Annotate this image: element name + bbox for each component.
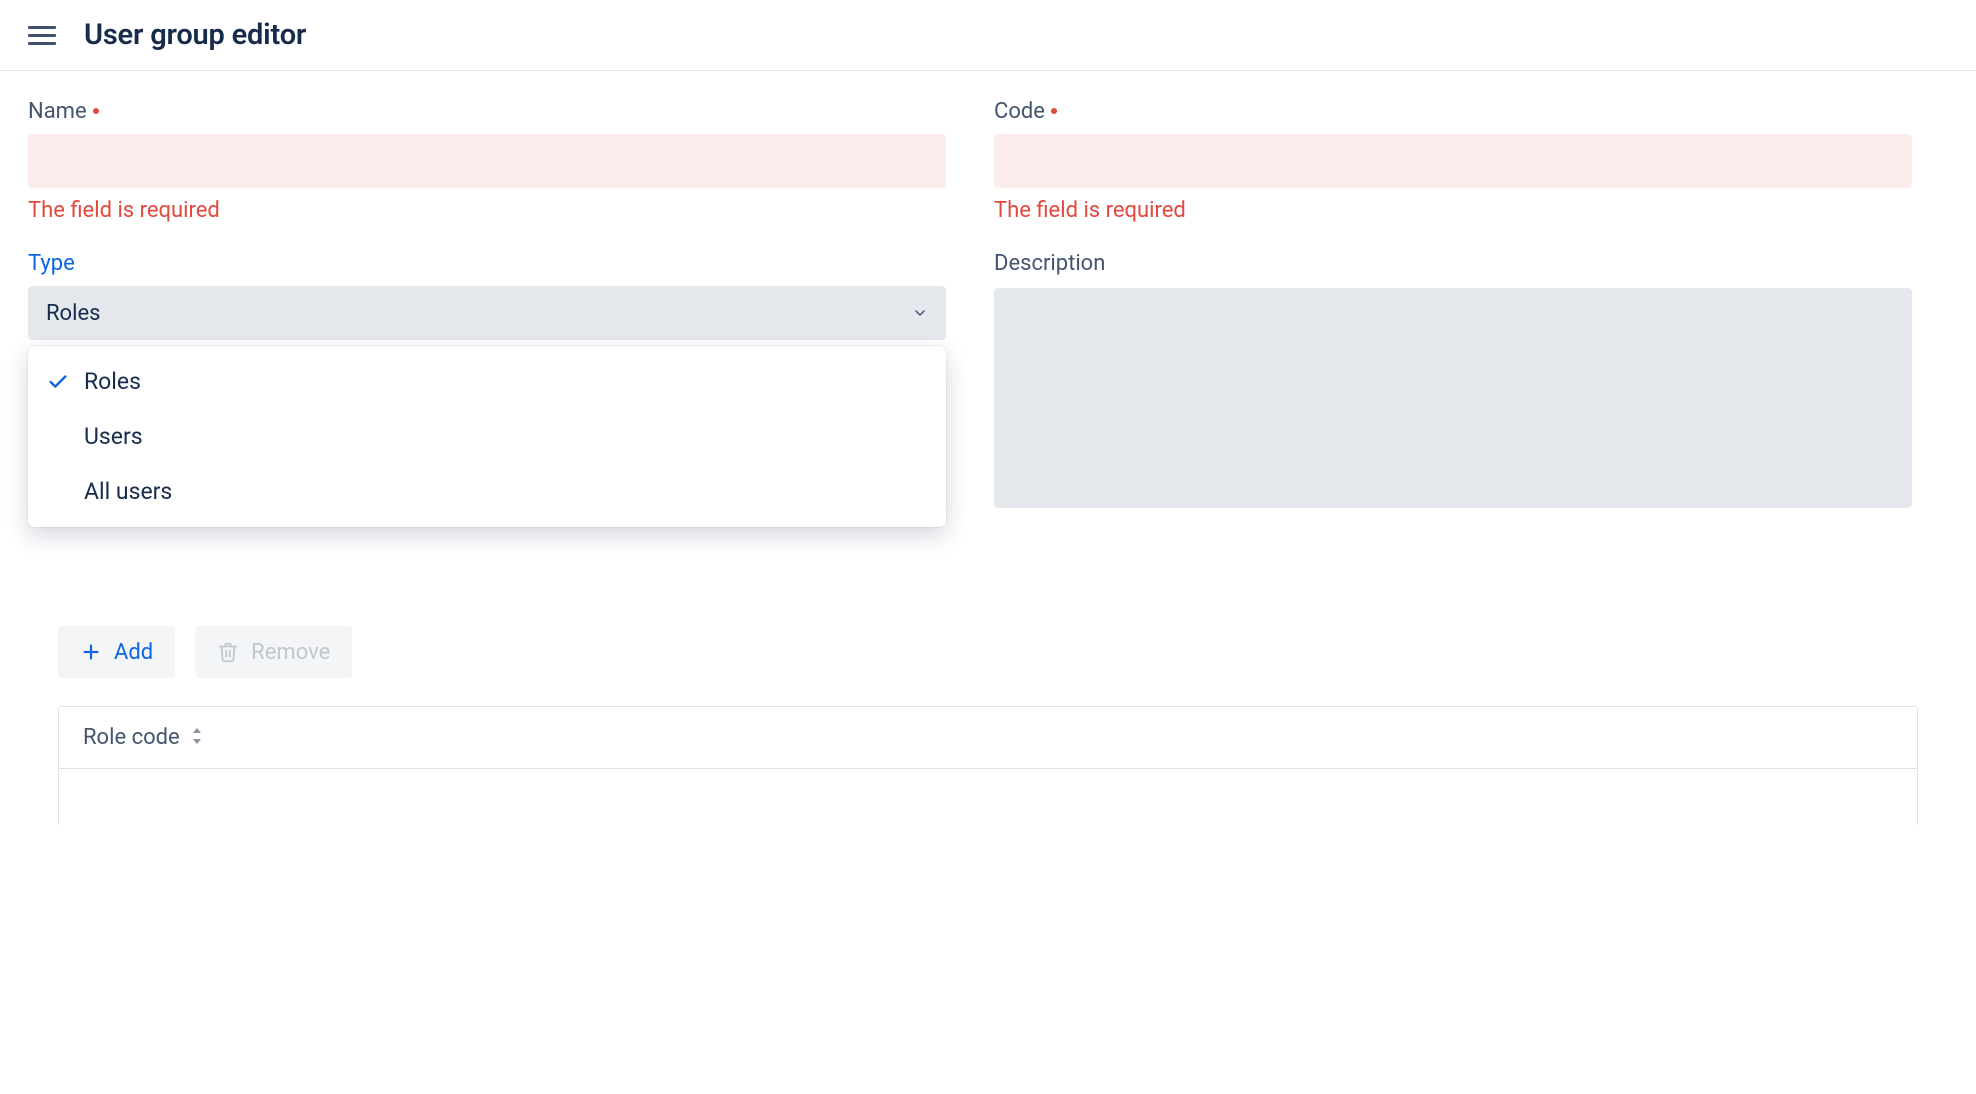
type-option-all-users[interactable]: All users: [28, 464, 946, 519]
check-icon: [46, 371, 70, 393]
type-option-label: Users: [84, 423, 143, 450]
field-type: Type Roles Roles Users: [28, 251, 946, 508]
code-error: The field is required: [994, 198, 1912, 223]
required-dot-icon: [93, 108, 99, 114]
form: Name The field is required Code The fiel…: [0, 71, 1940, 536]
trash-icon: [217, 641, 239, 663]
add-button[interactable]: Add: [58, 626, 175, 678]
code-input[interactable]: [994, 134, 1912, 188]
page-title: User group editor: [84, 18, 306, 52]
hamburger-icon[interactable]: [28, 22, 56, 49]
app-header: User group editor: [0, 0, 1976, 71]
table-body: [59, 769, 1917, 825]
roles-section: Add Remove Role code: [0, 626, 1976, 825]
type-option-label: All users: [84, 478, 172, 505]
type-select-value: Roles: [46, 301, 100, 326]
field-name: Name The field is required: [28, 99, 946, 223]
required-dot-icon: [1051, 108, 1057, 114]
type-label: Type: [28, 251, 946, 276]
sort-icon: [190, 725, 204, 750]
table-header: Role code: [59, 707, 1917, 769]
column-label: Role code: [83, 725, 180, 750]
name-label: Name: [28, 99, 946, 124]
plus-icon: [80, 641, 102, 663]
type-select[interactable]: Roles: [28, 286, 946, 340]
type-dropdown: Roles Users All users: [28, 346, 946, 527]
field-description: Description: [994, 251, 1912, 508]
type-option-users[interactable]: Users: [28, 409, 946, 464]
name-error: The field is required: [28, 198, 946, 223]
add-button-label: Add: [114, 640, 153, 665]
column-role-code[interactable]: Role code: [83, 725, 204, 750]
remove-button-label: Remove: [251, 640, 330, 665]
roles-toolbar: Add Remove: [58, 626, 1948, 678]
name-input[interactable]: [28, 134, 946, 188]
remove-button[interactable]: Remove: [195, 626, 352, 678]
type-option-label: Roles: [84, 368, 141, 395]
description-label: Description: [994, 251, 1912, 276]
chevron-down-icon: [912, 305, 928, 321]
field-code: Code The field is required: [994, 99, 1912, 223]
type-option-roles[interactable]: Roles: [28, 354, 946, 409]
code-label: Code: [994, 99, 1912, 124]
description-input[interactable]: [994, 288, 1912, 508]
roles-table: Role code: [58, 706, 1918, 825]
